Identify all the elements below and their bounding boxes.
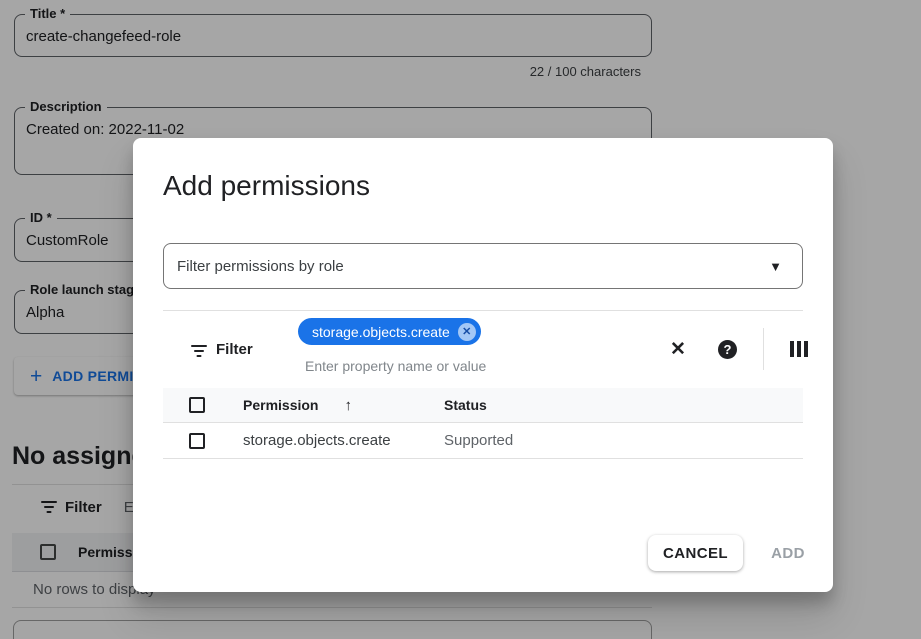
filter-chip-text: storage.objects.create — [312, 324, 450, 340]
chip-close-icon[interactable]: ✕ — [458, 323, 476, 341]
row-status: Supported — [444, 432, 513, 449]
dropdown-value: Filter permissions by role — [177, 258, 769, 275]
dialog-title: Add permissions — [163, 170, 370, 202]
column-status[interactable]: Status — [444, 397, 487, 413]
sort-ascending-icon[interactable]: ↑ — [344, 397, 352, 414]
permissions-filter-toolbar: Filter storage.objects.create ✕ Enter pr… — [163, 310, 803, 387]
filter-permissions-by-role-dropdown[interactable]: Filter permissions by role ▼ — [163, 243, 803, 289]
clear-filters-icon[interactable]: ✕ — [666, 337, 690, 361]
table-row[interactable]: storage.objects.create Supported — [163, 423, 803, 459]
filter-input-placeholder[interactable]: Enter property name or value — [305, 358, 486, 374]
row-permission: storage.objects.create — [243, 432, 444, 449]
column-permission[interactable]: Permission — [243, 397, 318, 413]
permissions-table-header: Permission ↑ Status — [163, 388, 803, 423]
permissions-table: Permission ↑ Status storage.objects.crea… — [163, 388, 803, 459]
toolbar-divider — [763, 328, 764, 370]
cancel-button[interactable]: CANCEL — [648, 535, 743, 571]
row-checkbox[interactable] — [189, 433, 205, 449]
add-button[interactable]: ADD — [758, 535, 818, 571]
filter-icon — [190, 345, 208, 359]
column-display-icon[interactable] — [790, 341, 808, 357]
help-icon[interactable]: ? — [718, 340, 737, 359]
filter-chip[interactable]: storage.objects.create ✕ — [298, 318, 481, 345]
filter-label: Filter — [216, 341, 253, 358]
select-all-checkbox[interactable] — [189, 397, 205, 413]
add-permissions-dialog: Add permissions Filter permissions by ro… — [133, 138, 833, 592]
chevron-down-icon: ▼ — [769, 259, 782, 274]
